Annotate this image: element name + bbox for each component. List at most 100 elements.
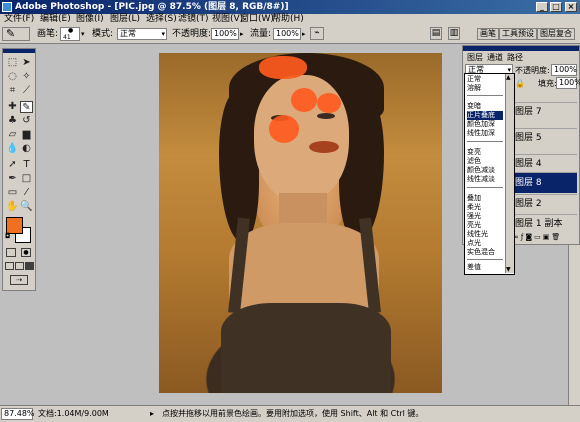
blush-stroke-left-cheek xyxy=(269,115,299,143)
blend-option[interactable]: 变暗 xyxy=(467,102,503,111)
screen-mode-standard-icon[interactable] xyxy=(5,262,14,270)
photo-canvas[interactable] xyxy=(159,53,442,393)
scroll-up-icon[interactable]: ▲ xyxy=(506,74,511,81)
fill-field[interactable]: 100% xyxy=(556,77,580,89)
layer-row[interactable]: 图层 7 xyxy=(513,102,577,121)
magic-wand-icon[interactable]: ✧ xyxy=(20,71,33,83)
zoom-tool-icon[interactable]: 🔍 xyxy=(20,201,33,213)
blend-option[interactable]: 亮光 xyxy=(467,221,503,230)
dropdown-scrollbar[interactable]: ▲ ▼ xyxy=(505,74,514,273)
notes-tool-icon[interactable]: ▭ xyxy=(6,187,19,199)
blend-option[interactable]: 变亮 xyxy=(467,148,503,157)
airbrush-icon[interactable]: ⌁ xyxy=(310,27,324,40)
quick-mask-icon[interactable]: ● xyxy=(21,248,31,257)
chevron-right-icon[interactable]: ▸ xyxy=(240,28,244,40)
layer-row[interactable]: 图层 2 xyxy=(513,194,577,213)
hand-tool-icon[interactable]: ✋ xyxy=(6,201,19,213)
history-brush-icon[interactable]: ↺ xyxy=(20,115,33,127)
menu-help[interactable]: 帮助(H) xyxy=(272,14,304,25)
blend-option[interactable]: 强光 xyxy=(467,212,503,221)
tab-tool-presets[interactable]: 工具预设 xyxy=(499,28,537,40)
tab-brushes[interactable]: 画笔 xyxy=(477,28,499,40)
layer-row[interactable]: 图层 4 xyxy=(513,154,577,173)
layer-opacity-field[interactable]: 100% xyxy=(551,64,577,76)
tab-channels[interactable]: 通道 xyxy=(487,53,503,63)
blend-option[interactable]: 叠加 xyxy=(467,194,503,203)
chevron-right-icon[interactable]: ▸ xyxy=(302,28,306,40)
new-set-icon[interactable]: ▭ xyxy=(534,233,543,241)
crop-tool-icon[interactable]: ⌗ xyxy=(6,85,19,97)
clone-stamp-icon[interactable]: ♣ xyxy=(6,115,19,127)
lips xyxy=(309,141,339,153)
opacity-field[interactable]: 100% xyxy=(211,28,239,40)
blend-option[interactable]: 滤色 xyxy=(467,157,503,166)
menu-image[interactable]: 图像(I) xyxy=(76,14,104,25)
move-tool-icon[interactable]: ➤ xyxy=(20,57,33,69)
tool-preset-picker[interactable]: ✎ xyxy=(2,27,30,41)
status-hint: 点按并拖移以用前景色绘画。要用附加选项，使用 Shift、Alt 和 Ctrl … xyxy=(162,409,424,418)
blend-option[interactable]: 线性加深 xyxy=(467,129,503,138)
path-select-icon[interactable]: ➚ xyxy=(6,159,19,171)
chevron-right-icon[interactable]: ▸ xyxy=(150,408,154,420)
lasso-tool-icon[interactable]: ◌ xyxy=(6,71,19,83)
tab-paths[interactable]: 路径 xyxy=(507,53,523,63)
blend-option-highlighted[interactable]: 正片叠底 xyxy=(467,111,503,120)
slice-tool-icon[interactable]: ⟋ xyxy=(20,85,33,97)
gradient-tool-icon[interactable]: ▆ xyxy=(20,129,33,141)
layer-row[interactable]: 图层 1 副本 xyxy=(513,214,577,233)
layer-name: 图层 7 xyxy=(515,107,542,117)
healing-brush-icon[interactable]: ✚ xyxy=(6,101,19,113)
brush-tool-icon[interactable]: ✎ xyxy=(20,101,33,113)
screen-mode-full-menu-icon[interactable] xyxy=(15,262,24,270)
menu-view[interactable]: 视图(V) xyxy=(212,14,243,25)
file-browser-icon[interactable]: ▤ xyxy=(430,27,442,40)
dodge-tool-icon[interactable]: ◐ xyxy=(20,143,33,155)
layer-row-selected[interactable]: 图层 8 xyxy=(513,172,577,193)
flow-label: 流量: xyxy=(250,29,272,39)
blend-option[interactable]: 线性光 xyxy=(467,230,503,239)
default-colors-icon[interactable]: ◘ xyxy=(5,232,11,240)
brush-label: 画笔: xyxy=(37,29,59,39)
zoom-field[interactable]: 87.48% xyxy=(1,408,35,420)
menu-select[interactable]: 选择(S) xyxy=(146,14,177,25)
blend-option[interactable]: 正常 xyxy=(467,75,503,84)
blend-option[interactable]: 差值 xyxy=(467,263,503,272)
blend-option[interactable]: 实色混合 xyxy=(467,248,503,257)
title-bar: Adobe Photoshop - [PIC.jpg @ 87.5% (图层 8… xyxy=(0,0,580,14)
menu-layer[interactable]: 图层(L) xyxy=(110,14,140,25)
pen-tool-icon[interactable]: ✒ xyxy=(6,173,19,185)
scroll-down-icon[interactable]: ▼ xyxy=(506,266,511,273)
eyedropper-icon[interactable]: ⁄ xyxy=(20,187,33,199)
standard-mode-icon[interactable] xyxy=(6,248,16,257)
menu-edit[interactable]: 编辑(E) xyxy=(40,14,71,25)
mask-icon[interactable]: ◙ xyxy=(525,233,534,241)
flow-field[interactable]: 100% xyxy=(273,28,301,40)
minimize-button[interactable]: _ xyxy=(536,2,548,12)
palette-well-icon[interactable]: ▥ xyxy=(448,27,460,40)
menu-window[interactable]: 窗口(W) xyxy=(240,14,274,25)
blend-option[interactable]: 颜色加深 xyxy=(467,120,503,129)
layer-row[interactable]: 图层 5 xyxy=(513,128,577,147)
blur-tool-icon[interactable]: 💧 xyxy=(6,143,19,155)
jump-to-imageready-icon[interactable]: ⇢ xyxy=(10,275,28,285)
maximize-button[interactable]: □ xyxy=(550,2,562,12)
blend-option[interactable]: 线性减淡 xyxy=(467,175,503,184)
eraser-tool-icon[interactable]: ▱ xyxy=(6,129,19,141)
blend-option[interactable]: 溶解 xyxy=(467,84,503,93)
type-tool-icon[interactable]: T xyxy=(20,159,33,171)
menu-filter[interactable]: 滤镜(T) xyxy=(178,14,209,25)
menu-file[interactable]: 文件(F) xyxy=(4,14,34,25)
tab-layers[interactable]: 图层 xyxy=(467,53,483,63)
marquee-tool-icon[interactable]: ⬚ xyxy=(6,57,19,69)
chevron-down-icon[interactable]: ▾ xyxy=(81,28,85,40)
trash-icon[interactable]: 🗑 xyxy=(551,233,562,241)
brush-picker[interactable]: ● 41 xyxy=(60,27,80,41)
blend-option[interactable]: 柔光 xyxy=(467,203,503,212)
tab-layer-comps[interactable]: 图层复合 xyxy=(537,28,575,40)
close-button[interactable]: × xyxy=(565,2,577,12)
blend-option[interactable]: 点光 xyxy=(467,239,503,248)
mode-select[interactable]: 正常 ▾ xyxy=(117,28,167,40)
screen-mode-full-icon[interactable] xyxy=(25,262,34,270)
shape-tool-icon[interactable]: □ xyxy=(20,173,33,185)
blend-option[interactable]: 颜色减淡 xyxy=(467,166,503,175)
